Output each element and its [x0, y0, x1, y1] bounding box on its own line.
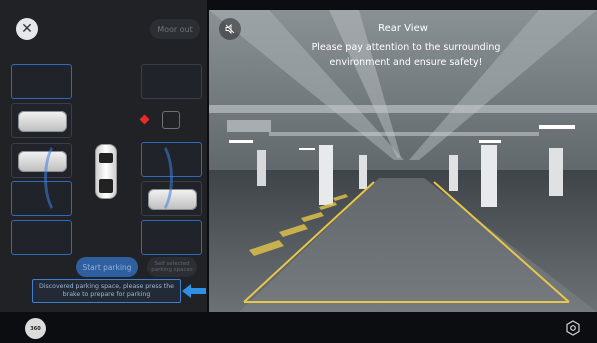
settings-icon[interactable] — [565, 320, 581, 336]
close-button[interactable]: ✕ — [16, 18, 38, 40]
slot-marker-box — [162, 111, 180, 129]
close-icon: ✕ — [21, 21, 33, 37]
ego-vehicle — [95, 144, 117, 199]
bottom-bar — [0, 312, 597, 343]
camera-360-icon: 360 — [30, 325, 41, 332]
safety-warning: Please pay attention to the surrounding … — [311, 42, 501, 68]
camera-360-button[interactable]: 360 — [25, 318, 46, 339]
arrow-left-icon — [182, 284, 206, 298]
self-select-spaces-button[interactable]: Self selected parking spaces — [147, 257, 197, 277]
obstacle-marker — [139, 114, 150, 125]
camera-title: Rear View — [378, 23, 428, 34]
parked-car — [18, 111, 67, 132]
moor-out-button[interactable]: Moor out — [150, 19, 200, 39]
occupied-slot-left-2 — [11, 103, 72, 138]
parking-slot-right-1[interactable] — [141, 64, 202, 99]
radar-glow-left — [44, 140, 77, 216]
parking-slot-left-5[interactable] — [11, 220, 72, 255]
parking-panel: ✕ Moor out Start parking Self selected p… — [0, 0, 207, 312]
radar-glow-right — [140, 140, 173, 216]
parking-hint-tooltip: Discovered parking space, please press t… — [32, 279, 181, 303]
parking-slot-left-1[interactable] — [11, 64, 72, 99]
parking-screen: ✕ Moor out Start parking Self selected p… — [0, 0, 597, 343]
start-parking-button[interactable]: Start parking — [76, 257, 138, 277]
parking-slot-right-5[interactable] — [141, 220, 202, 255]
